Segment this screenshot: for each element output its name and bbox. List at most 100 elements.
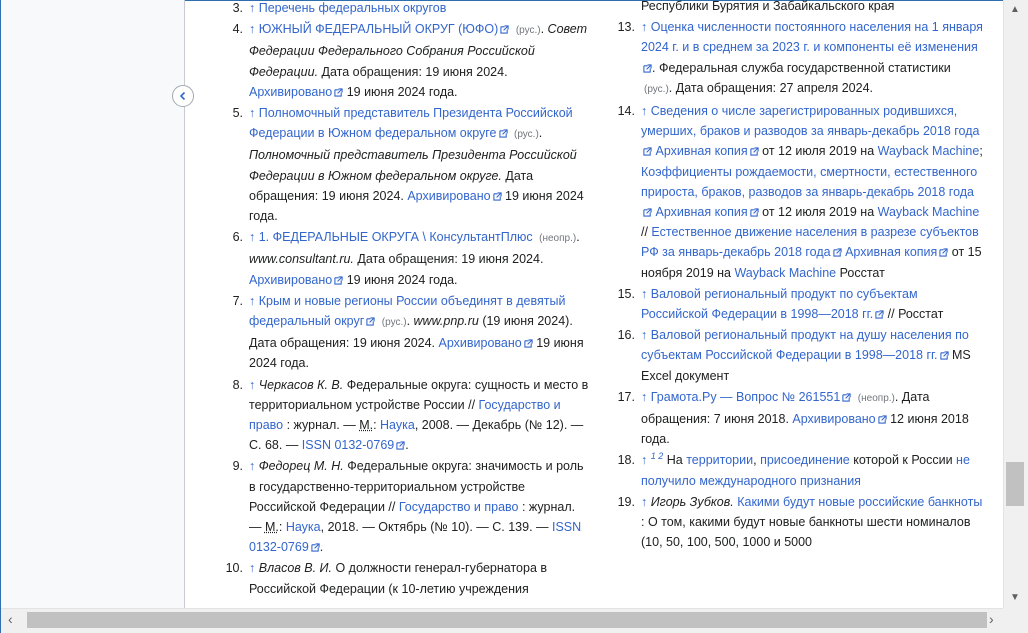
vertical-scrollbar[interactable]: ▲ ▼ bbox=[1003, 0, 1028, 608]
reference-link[interactable]: Валовой региональный продукт на душу нас… bbox=[641, 328, 969, 362]
reference-link[interactable]: 1. ФЕДЕРАЛЬНЫЕ ОКРУГА \ КонсультантПлюс bbox=[259, 230, 533, 244]
publisher-link[interactable]: Наука bbox=[380, 418, 415, 432]
archive-link[interactable]: Архивировано bbox=[792, 412, 875, 426]
external-link-icon bbox=[832, 248, 842, 258]
external-link-icon bbox=[750, 208, 759, 217]
backlink-arrow[interactable]: ↑ bbox=[249, 459, 255, 473]
continued-text: Республики Бурятия и Забайкальского края bbox=[641, 0, 895, 13]
external-link-icon bbox=[396, 441, 405, 450]
external-link-icon bbox=[498, 129, 508, 138]
horizontal-scroll-thumb[interactable] bbox=[27, 612, 987, 628]
text: . bbox=[538, 126, 543, 141]
external-link-icon bbox=[524, 339, 533, 348]
wayback-link[interactable]: Wayback Machine bbox=[878, 205, 980, 219]
text: . bbox=[406, 314, 414, 329]
publisher-link[interactable]: Наука bbox=[286, 520, 321, 534]
language-tag: (рус.) bbox=[381, 317, 407, 329]
external-link-icon bbox=[939, 351, 949, 361]
text: // bbox=[641, 225, 652, 240]
text: Росстат bbox=[836, 265, 885, 280]
wayback-link[interactable]: Wayback Machine bbox=[734, 266, 836, 280]
archive-link[interactable]: Архивировано bbox=[407, 189, 490, 203]
backlink-arrow[interactable]: ↑ bbox=[249, 230, 255, 244]
scroll-up-arrow-icon[interactable]: ▲ bbox=[1010, 4, 1020, 15]
backlink-arrow[interactable]: ↑ bbox=[249, 561, 255, 575]
reference-item: 5. ↑ Полномочный представитель Президент… bbox=[231, 103, 591, 226]
scroll-down-arrow-icon[interactable]: ▼ bbox=[1010, 592, 1020, 603]
backlink-arrow[interactable]: ↑ bbox=[249, 378, 255, 392]
external-link-icon bbox=[643, 63, 652, 73]
archive-link[interactable]: Архивная копия bbox=[655, 205, 747, 219]
scroll-right-arrow-icon[interactable]: › bbox=[989, 611, 994, 627]
archive-link[interactable]: Архивная копия bbox=[845, 245, 937, 259]
language-tag: (рус.) bbox=[515, 25, 541, 37]
archive-link[interactable]: Архивировано bbox=[439, 336, 522, 350]
backlink-arrow[interactable]: ↑ bbox=[641, 495, 647, 509]
reference-item: 9. ↑ Федорец М. Н. Федеральные округа: з… bbox=[231, 456, 591, 557]
archive-link[interactable]: Архивировано bbox=[249, 273, 332, 287]
text: : журнал. — bbox=[283, 418, 360, 433]
scrollbar-corner bbox=[1003, 608, 1028, 633]
archive-link[interactable]: Архивировано bbox=[249, 85, 332, 99]
external-link-icon bbox=[500, 25, 509, 34]
text: . bbox=[405, 438, 409, 453]
backlink-arrow[interactable]: ↑ bbox=[249, 294, 255, 308]
archive-date: 19 июня 2024 года. bbox=[343, 272, 458, 287]
reference-link[interactable]: Коэффициенты рождаемости, смертности, ес… bbox=[641, 165, 977, 199]
backlink-arrow[interactable]: ↑ bbox=[641, 20, 647, 34]
reference-item: 19. ↑ Игорь Зубков. Какими будут новые р… bbox=[618, 492, 983, 553]
journal-link[interactable]: Государство и право bbox=[399, 500, 519, 514]
backlink-1[interactable]: 1 bbox=[651, 451, 656, 461]
external-link-icon bbox=[939, 248, 948, 258]
reference-number: 15. bbox=[617, 286, 635, 301]
backlink-arrow[interactable]: ↑ bbox=[249, 22, 255, 36]
horizontal-scrollbar[interactable]: ‹ › bbox=[1, 608, 1003, 633]
city-link[interactable]: М. bbox=[265, 520, 279, 534]
backlink-arrow[interactable]: ↑ bbox=[641, 453, 647, 467]
reference-link[interactable]: Какими будут новые российские банкноты bbox=[737, 495, 982, 509]
vertical-scroll-thumb[interactable] bbox=[1006, 462, 1024, 506]
reference-item: 6. ↑ 1. ФЕДЕРАЛЬНЫЕ ОКРУГА \ Консультант… bbox=[231, 227, 591, 290]
external-link-icon bbox=[750, 147, 759, 157]
reference-link[interactable]: ЮЖНЫЙ ФЕДЕРАЛЬНЫЙ ОКРУГ (ЮФО) bbox=[259, 22, 499, 36]
reference-link[interactable]: Перечень федеральных округов bbox=[259, 1, 447, 15]
reference-item: 3. ↑ Перечень федеральных округов bbox=[231, 0, 591, 18]
reference-link[interactable]: Грамота.Ру — Вопрос № 261551 bbox=[651, 390, 841, 404]
backlink-arrow[interactable]: ↑ bbox=[249, 106, 255, 120]
wayback-link[interactable]: Wayback Machine bbox=[878, 144, 980, 158]
author: Игорь Зубков. bbox=[650, 494, 734, 509]
backlink-arrow[interactable]: ↑ bbox=[249, 1, 255, 15]
territory-link[interactable]: территории bbox=[686, 453, 753, 467]
reference-number: 5. bbox=[232, 106, 243, 121]
scroll-left-arrow-icon[interactable]: ‹ bbox=[8, 611, 13, 627]
reference-item: 13. ↑ Оценка численности постоянного нас… bbox=[618, 17, 983, 100]
external-link-icon bbox=[875, 310, 884, 319]
issn-link[interactable]: ISSN 0132-0769 bbox=[302, 438, 394, 452]
language-tag: (рус.) bbox=[514, 129, 539, 141]
reference-item: 18. ↑ 1 2 На территории, присоединение к… bbox=[618, 450, 983, 490]
city-link[interactable]: М. bbox=[359, 418, 373, 432]
external-link-icon bbox=[334, 276, 343, 285]
annexation-link[interactable]: присоединение bbox=[760, 453, 850, 467]
text: , 2018. — Октябрь (№ 10). — С. 139. — bbox=[320, 520, 552, 535]
backlink-arrow[interactable]: ↑ bbox=[641, 104, 647, 118]
language-tag: (неопр.) bbox=[857, 392, 895, 404]
text: : bbox=[373, 418, 381, 433]
references-column-right: Республики Бурятия и Забайкальского края… bbox=[618, 0, 983, 553]
external-link-icon bbox=[643, 208, 652, 217]
external-link-icon bbox=[334, 88, 343, 97]
access-date: Дата обращения: 19 июня 2024. bbox=[353, 252, 544, 267]
reference-number: 6. bbox=[232, 230, 243, 245]
access-date: . Дата обращения: 27 апреля 2024. bbox=[668, 80, 873, 95]
backlink-arrow[interactable]: ↑ bbox=[641, 328, 647, 342]
reference-item: 16. ↑ Валовой региональный продукт на ду… bbox=[618, 325, 983, 386]
backlink-arrow[interactable]: ↑ bbox=[641, 287, 647, 301]
reference-number: 3. bbox=[232, 1, 243, 15]
archive-link[interactable]: Архивная копия bbox=[655, 144, 747, 158]
reference-link[interactable]: Оценка численности постоянного населения… bbox=[641, 20, 983, 54]
reference-number: 18. bbox=[617, 453, 635, 468]
reference-number: 17. bbox=[617, 389, 635, 404]
reference-link[interactable]: Сведения о числе зарегистрированных роди… bbox=[641, 104, 979, 138]
author: Власов В. И. bbox=[258, 561, 332, 576]
backlink-arrow[interactable]: ↑ bbox=[641, 390, 647, 404]
